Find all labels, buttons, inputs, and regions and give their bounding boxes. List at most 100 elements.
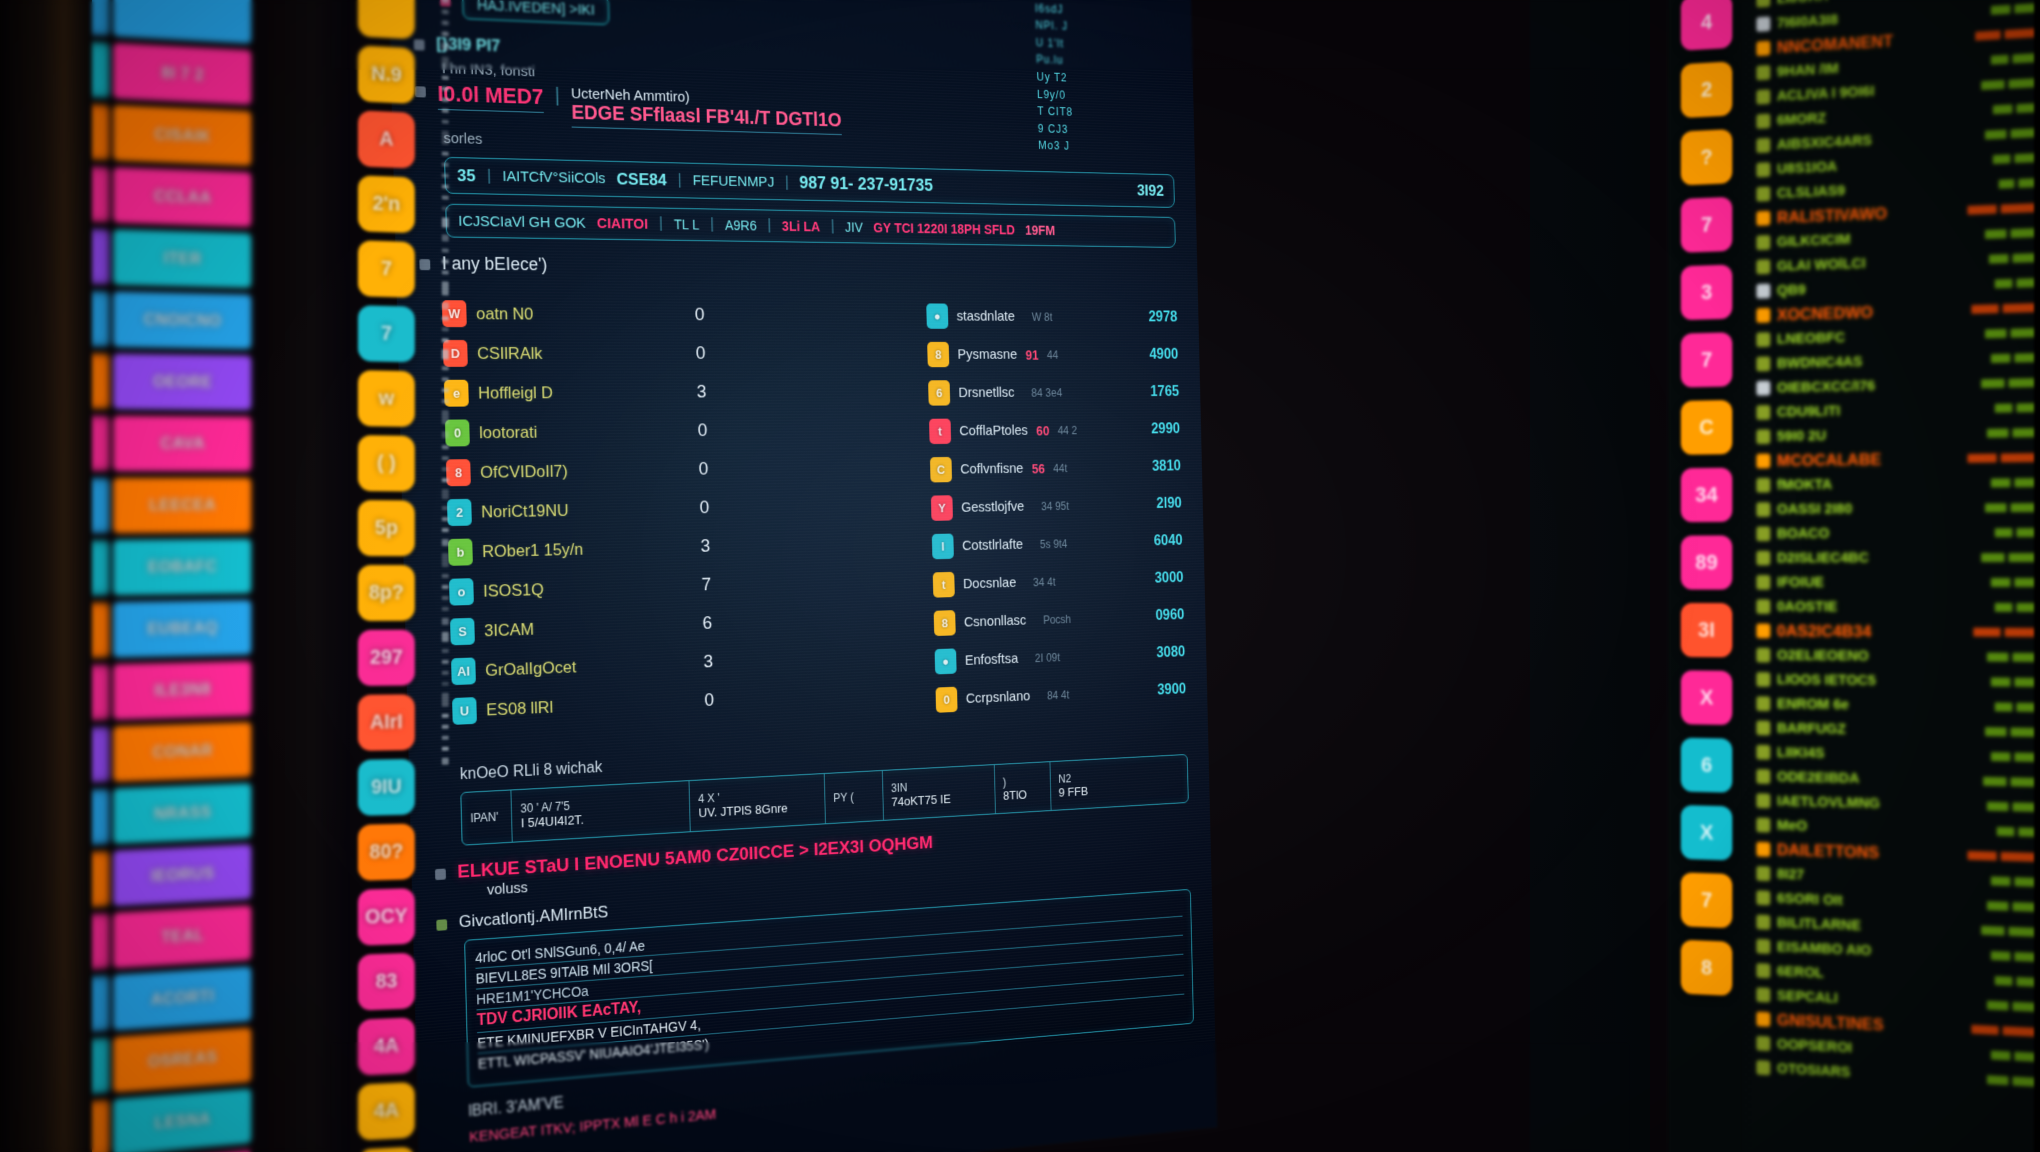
right-log-list[interactable]: LI8OAA7I6I0A3I8NNCOMANENT9HAN /IMACLIVA … <box>1756 0 2040 1095</box>
rail-button[interactable]: 83 <box>358 953 415 1011</box>
list-item[interactable]: 0 lootorati 0 <box>445 418 708 447</box>
right-rail-chip[interactable]: 2 <box>1681 61 1732 118</box>
list-item[interactable]: t CofflaPtoles 60 44 2 2990 <box>929 417 1180 444</box>
rail-button[interactable]: w <box>358 370 415 427</box>
rail-button[interactable]: A <box>358 110 415 168</box>
right-rail-chip[interactable]: 6 <box>1681 738 1732 793</box>
rail-button[interactable]: ( ) <box>358 435 415 491</box>
color-chip-label[interactable] <box>113 0 251 44</box>
right-rail-chip[interactable]: X <box>1681 805 1732 860</box>
right-rail-chip[interactable]: X <box>1681 670 1732 725</box>
color-chip-label[interactable]: CISAIK <box>113 105 251 166</box>
right-rail-chip[interactable]: 34 <box>1681 468 1732 522</box>
list-item[interactable]: b ROber1 15y/n 3 <box>448 533 711 566</box>
list-item[interactable]: 0 Ccrpsnlano 84 4t 3900 <box>935 677 1186 713</box>
left-button-rail[interactable]: N.9 A 2'n 7 7 w ( ) 5p 8p? 297 AIrI 9IU 80? OCY 83 4A 4A… <box>350 0 421 1152</box>
right-rail-chip[interactable]: 3 <box>1681 265 1732 321</box>
table-cell[interactable]: 30 ' A/ 7'5 I 5/4UI4I2T. <box>511 781 690 842</box>
color-chip-label[interactable]: TEAL <box>113 905 251 968</box>
color-chip-label[interactable]: LEECEA <box>113 478 251 533</box>
color-chip-label[interactable]: ACORTI <box>113 967 251 1031</box>
list-item[interactable]: C Coflvnfisne 56 44t 3810 <box>930 454 1181 483</box>
right-metric-list[interactable]: ● stasdnlate W 8t 2978 8 Pysmasne 91 44 4900 6 Drs… <box>926 303 1186 726</box>
rail-button[interactable]: 2'n <box>358 175 415 233</box>
log-row[interactable]: LIOOS IETOC5 <box>1756 667 2040 695</box>
data-strip-1[interactable]: 35 | IAITCfV°SiiCOls CSE84 | FEFUENMPJ |… <box>444 157 1175 208</box>
table-cell[interactable]: 4 X ' UV. JTPlS 8Gnre <box>689 774 825 831</box>
rail-button[interactable]: 4A <box>358 1017 415 1075</box>
rail-button[interactable]: OCY <box>358 888 415 946</box>
rail-button[interactable]: 80? <box>358 824 415 881</box>
color-chip-label[interactable]: NRASS <box>113 783 251 844</box>
list-item[interactable]: o ISOS1Q 7 <box>449 572 711 606</box>
color-chip-label[interactable]: CCLAA <box>113 167 251 227</box>
right-rail-chip[interactable]: 7 <box>1681 332 1732 387</box>
rail-button[interactable]: 297 <box>358 630 415 686</box>
color-chip-label[interactable]: LESNA <box>113 1089 251 1152</box>
table-cell[interactable]: 3IN 74oKT75 IE <box>883 765 996 820</box>
rail-button[interactable]: 4A <box>358 1082 415 1141</box>
rail-button[interactable]: 8p? <box>358 565 415 621</box>
list-item[interactable]: I Cotstlrlafte 5s 9t4 6040 <box>932 528 1183 559</box>
list-item[interactable]: 6 Drsnetllsc 84 3e4 1765 <box>928 380 1179 406</box>
list-item[interactable]: Woatn N0 0 <box>442 300 705 328</box>
log-row[interactable]: MCOCALABE <box>1756 445 2040 473</box>
list-item[interactable]: S 3ICAM 6 <box>450 610 712 645</box>
table-cell[interactable]: PY ( <box>825 771 884 823</box>
log-row[interactable]: IFOIUE <box>1756 570 2040 595</box>
color-chip-label[interactable]: IEORUS <box>113 844 251 906</box>
rail-button[interactable]: N.9 <box>358 45 415 103</box>
rail-button[interactable]: 5p <box>358 500 415 556</box>
color-chip-label[interactable]: OSREAS <box>113 1028 251 1093</box>
color-chip-label[interactable]: EUBEAQ <box>113 600 251 657</box>
right-rail-chip[interactable]: C <box>1681 400 1732 455</box>
list-item[interactable]: ● stasdnlate W 8t 2978 <box>926 303 1177 329</box>
left-metric-list[interactable]: Woatn N0 0 D CSIlRAlk 0 e Hoffleigl D 3 0 lootora… <box>420 300 715 750</box>
list-item[interactable]: Y Gesstlojfve 34 95t 2l90 <box>931 491 1182 521</box>
list-item[interactable]: 8 OfCVIDoIl7) 0 <box>446 456 709 486</box>
data-strip-2[interactable]: ICJSCIaVl GH GOK CIAITOI | TL L | A9R6 |… <box>445 204 1176 248</box>
list-item[interactable]: AI GrOalIgOcet 3 <box>451 649 713 685</box>
rail-button[interactable] <box>358 0 415 39</box>
list-item[interactable]: 8 Csnonllasc Pocsh 0960 <box>934 603 1185 636</box>
top-pill[interactable]: HAJ.IVEDEN] >IKI <box>462 0 609 25</box>
color-chip-label[interactable]: CNOICNO <box>113 292 251 349</box>
table-cell[interactable]: lPAN' <box>461 790 512 844</box>
right-rail-chip[interactable]: 89 <box>1681 535 1732 589</box>
log-row[interactable]: 0AOSTIE <box>1756 594 2040 620</box>
log-row[interactable]: BOACO <box>1756 520 2040 546</box>
list-item[interactable]: ● Enfosftsa 2I 09t 3080 <box>935 640 1186 675</box>
log-row[interactable]: O2ELIEOENO <box>1756 643 2040 670</box>
rail-button[interactable]: 7 <box>358 240 415 297</box>
right-rail-chip[interactable]: ? <box>1681 129 1732 185</box>
log-row[interactable]: 0AS2IC4B34 <box>1756 619 2040 645</box>
right-rail-chip[interactable]: 7 <box>1681 197 1732 253</box>
color-chip-label[interactable]: ITER <box>113 229 251 287</box>
right-rail-chip[interactable]: 3I <box>1681 603 1732 657</box>
list-item[interactable]: e Hoffleigl D3 <box>444 379 707 407</box>
right-rail-chip[interactable]: 7 <box>1681 872 1732 928</box>
color-chip-label[interactable]: CONAR <box>113 722 251 781</box>
color-chip-label[interactable]: ILE3N8 <box>113 661 251 719</box>
right-rail-chip[interactable]: 4 <box>1681 0 1732 51</box>
rail-button[interactable]: 7 <box>358 305 415 362</box>
table-cell[interactable]: ) 8TlO <box>995 762 1052 813</box>
color-chip-label[interactable]: EOBAFC <box>113 539 251 595</box>
list-item[interactable]: 2 NoriCt19NU 0 <box>447 495 710 526</box>
right-rail-chip[interactable]: 8 <box>1681 940 1732 996</box>
log-row[interactable]: D2ISLIEC4BC <box>1756 545 2040 570</box>
right-chip-rail[interactable]: 4 2? 7 3 7 C 34 89 3I X 6 X 7 8 <box>1668 0 1749 1010</box>
list-item[interactable]: D CSIlRAlk 0 <box>443 340 706 367</box>
table-cell[interactable]: N2 9 FFB <box>1050 758 1124 810</box>
list-item[interactable]: 8 Pysmasne 91 44 4900 <box>927 342 1178 367</box>
rail-button[interactable]: AIrI <box>358 694 415 751</box>
rail-button[interactable]: 09 <box>358 1147 415 1152</box>
list-item[interactable]: U ES08 llRl 0 <box>452 687 714 725</box>
list-item[interactable]: t Docsnlae 34 4t 3000 <box>933 566 1184 598</box>
rail-button[interactable]: 9IU <box>358 759 415 816</box>
color-chip-label[interactable]: 8I 7 2 <box>113 43 251 105</box>
color-chip-label[interactable]: CAVA <box>113 416 251 471</box>
color-chip-label[interactable]: OEORE <box>113 354 251 410</box>
log-row[interactable]: OASSI 2I80 <box>1756 495 2040 522</box>
log-row[interactable]: fMOKTA <box>1756 470 2040 498</box>
